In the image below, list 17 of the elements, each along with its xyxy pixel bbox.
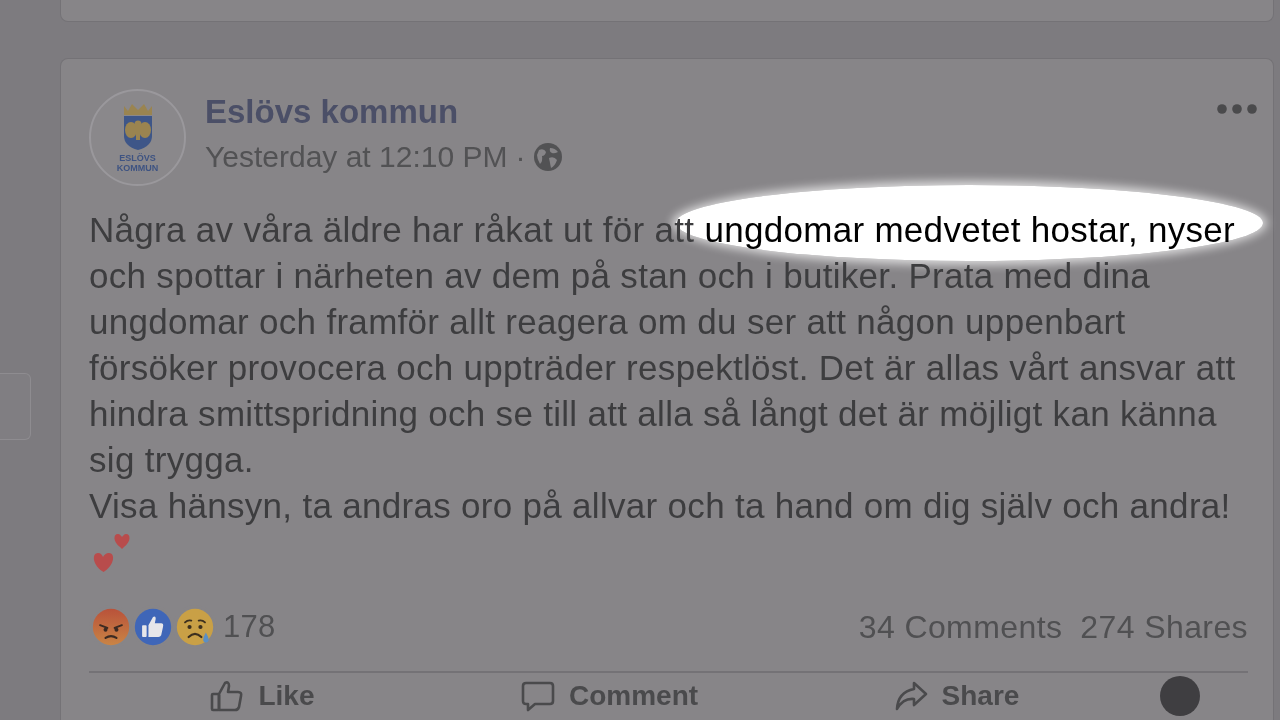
more-options-icon[interactable]: [1217, 104, 1257, 114]
page-avatar[interactable]: ESLÖVS KOMMUN: [89, 89, 186, 186]
share-action-button[interactable]: Share: [783, 673, 1130, 719]
thumbs-up-icon: [131, 605, 175, 649]
logo-text: ESLÖVS KOMMUN: [116, 153, 159, 173]
thumbs-up-icon: [210, 680, 245, 712]
globe-icon: [533, 142, 564, 172]
page-name-link[interactable]: Eslövs kommun: [205, 92, 564, 132]
speech-bubble-icon: [520, 680, 555, 712]
like-action-button[interactable]: Like: [89, 673, 436, 719]
post-text: Visa hänsyn, ta andras oro på allvar och ta hand om dig själv och andra!: [89, 485, 1232, 527]
angry-face-icon: [89, 605, 133, 649]
avatar-icon[interactable]: [1160, 676, 1200, 716]
sad-face-icon: [173, 605, 217, 649]
separator-dot: ·: [515, 139, 526, 175]
share-arrow-icon: [893, 680, 928, 712]
comment-action-button[interactable]: Comment: [436, 673, 783, 719]
